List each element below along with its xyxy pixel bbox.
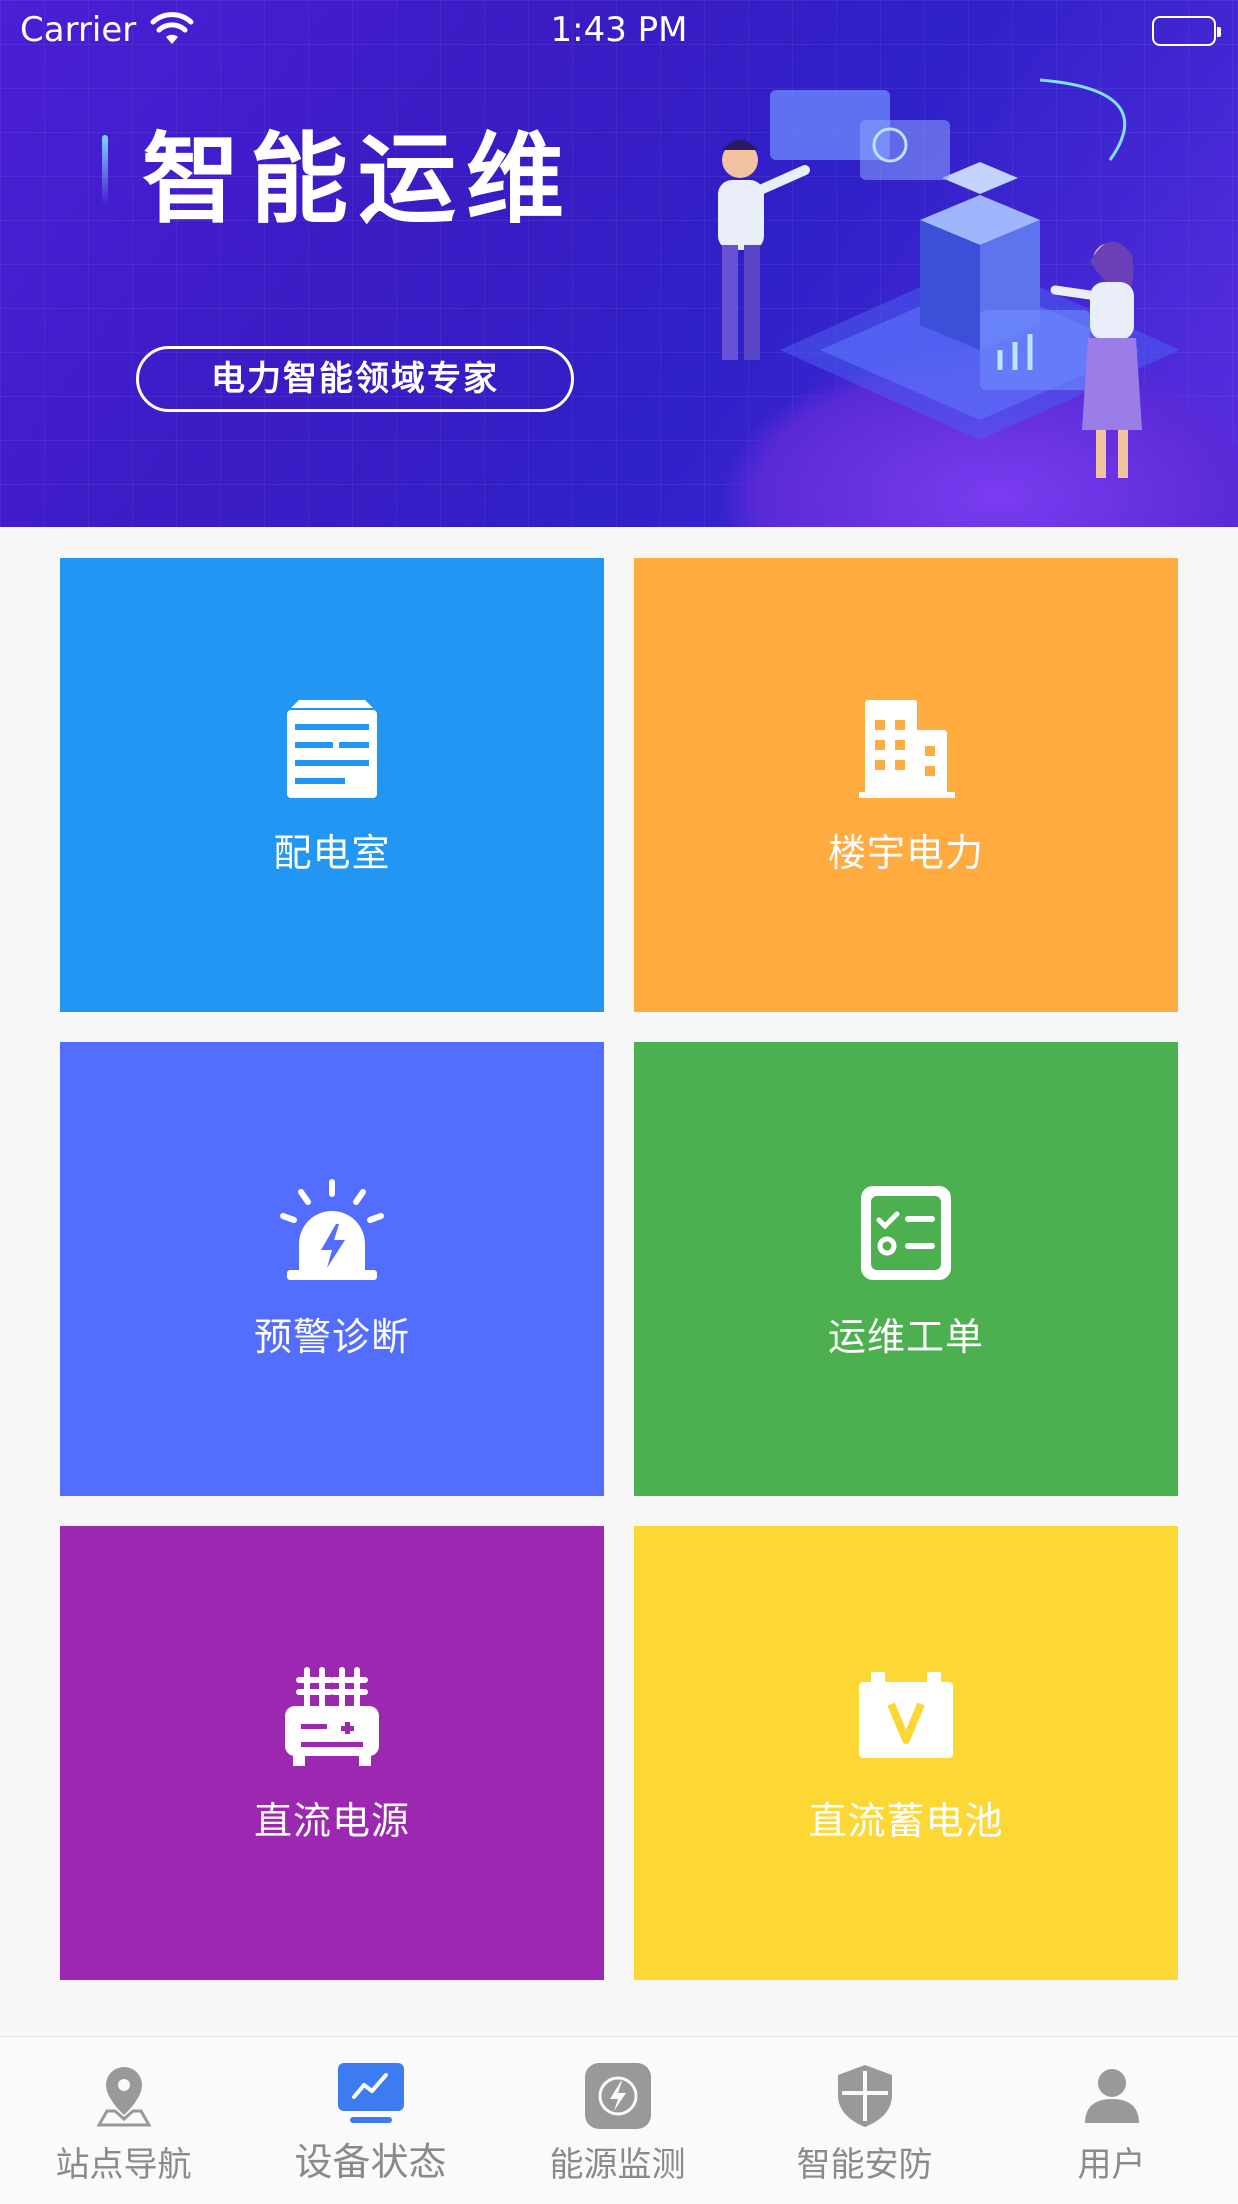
bottom-tab-bar: 站点导航 设备状态 能源监测 智能安防 用户 — [0, 2036, 1238, 2204]
tab-label: 站点导航 — [55, 2145, 192, 2185]
tab-energy-monitoring[interactable]: 能源监测 — [494, 2037, 741, 2204]
map-pin-icon — [95, 2067, 152, 2127]
tab-site-navigation[interactable]: 站点导航 — [0, 2037, 247, 2204]
banner-subtitle-pill: 电力智能领域专家 — [136, 346, 574, 412]
battery-icon — [1152, 16, 1221, 46]
user-icon — [1084, 2069, 1139, 2123]
tile-dc-battery[interactable]: 直流蓄电池 — [634, 1526, 1178, 1980]
tab-label: 智能安防 — [796, 2145, 933, 2185]
building-icon — [859, 699, 955, 798]
tile-work-orders[interactable]: 运维工单 — [634, 1042, 1178, 1496]
tile-label: 直流电源 — [253, 1798, 410, 1843]
tile-label: 直流蓄电池 — [808, 1798, 1004, 1843]
power-supply-icon — [285, 1666, 379, 1766]
tab-smart-security[interactable]: 智能安防 — [741, 2037, 988, 2204]
app-screen: Carrier 1:43 PM 智能运维 电力智能领域专家 配电室 楼宇电力 预… — [0, 0, 1238, 2204]
tab-device-status[interactable]: 设备状态 — [247, 2037, 494, 2204]
tab-label: 能源监测 — [549, 2145, 686, 2185]
tile-building-power[interactable]: 楼宇电力 — [634, 558, 1178, 1012]
tab-user[interactable]: 用户 — [988, 2037, 1235, 2204]
alarm-light-icon — [280, 1178, 384, 1280]
smart-ops-illustration — [718, 78, 1180, 478]
tab-label: 设备状态 — [294, 2140, 447, 2184]
monitor-chart-icon — [337, 2063, 404, 2123]
tile-alert-diagnosis[interactable]: 预警诊断 — [60, 1042, 604, 1496]
banner-title: 智能运维 — [142, 123, 575, 237]
banner-accent-line — [102, 135, 108, 205]
shield-icon — [837, 2065, 892, 2127]
checklist-icon — [861, 1185, 951, 1280]
hero-banner[interactable]: Carrier 1:43 PM 智能运维 电力智能领域专家 — [0, 0, 1238, 527]
tile-dc-power[interactable]: 直流电源 — [60, 1526, 604, 1980]
energy-icon — [584, 2063, 651, 2129]
tile-label: 配电室 — [273, 830, 391, 875]
tab-label: 用户 — [1077, 2145, 1146, 2185]
tile-label: 楼宇电力 — [827, 830, 984, 875]
tile-label: 预警诊断 — [253, 1314, 410, 1359]
battery-v-icon — [859, 1671, 953, 1758]
clock: 1:43 PM — [550, 10, 688, 50]
server-rack-icon — [287, 699, 377, 798]
tile-distribution-room[interactable]: 配电室 — [60, 558, 604, 1012]
tile-label: 运维工单 — [827, 1314, 984, 1359]
